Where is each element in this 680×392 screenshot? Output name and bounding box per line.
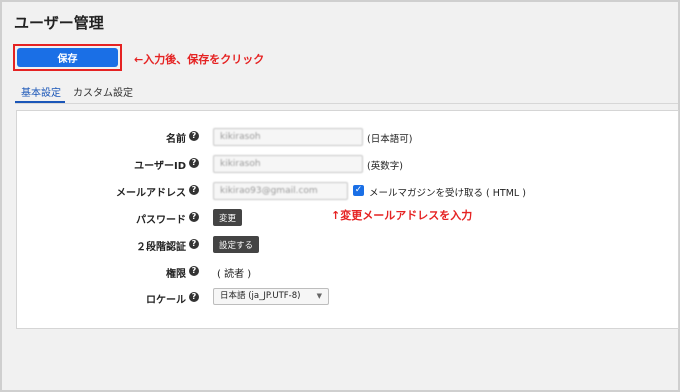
user-id-label: ユーザーID bbox=[134, 161, 186, 172]
setup-two-factor-button[interactable]: 設定する bbox=[213, 236, 260, 253]
locale-select-value: 日本語 (ja_JP.UTF-8) bbox=[220, 291, 301, 301]
check-icon: ✓ bbox=[354, 185, 363, 195]
help-icon[interactable]: ? bbox=[189, 292, 199, 302]
locale-select[interactable]: 日本語 (ja_JP.UTF-8) ▼ bbox=[213, 288, 329, 305]
newsletter-label: メールマガジンを受け取る ( HTML ) bbox=[369, 188, 526, 199]
change-password-button[interactable]: 変更 bbox=[213, 209, 243, 226]
two-factor-label: ２段階認証 bbox=[136, 242, 186, 253]
help-icon[interactable]: ? bbox=[189, 185, 199, 195]
settings-panel: 名前 ? kikirasoh (日本語可) ユーザーID ? kikirasoh… bbox=[16, 110, 679, 329]
help-icon[interactable]: ? bbox=[189, 131, 199, 141]
help-icon[interactable]: ? bbox=[189, 158, 199, 168]
email-input[interactable]: kikirao93@gmail.com bbox=[213, 182, 348, 200]
user-id-input[interactable]: kikirasoh bbox=[213, 155, 363, 173]
name-label: 名前 bbox=[166, 134, 186, 145]
help-icon[interactable]: ? bbox=[189, 239, 199, 249]
locale-label: ロケール bbox=[146, 295, 186, 306]
tab-custom-settings[interactable]: カスタム設定 bbox=[73, 84, 133, 99]
chevron-down-icon: ▼ bbox=[316, 292, 322, 300]
help-icon[interactable]: ? bbox=[189, 212, 199, 222]
tab-divider bbox=[15, 103, 678, 104]
save-annotation: ←入力後、保存をクリック bbox=[134, 53, 265, 66]
name-input[interactable]: kikirasoh bbox=[213, 128, 363, 146]
page-title: ユーザー管理 bbox=[14, 14, 104, 32]
email-annotation: ↑変更メールアドレスを入力 bbox=[331, 209, 473, 222]
password-label: パスワード bbox=[136, 215, 186, 226]
name-hint: (日本語可) bbox=[367, 134, 413, 145]
role-value: ( 読者 ) bbox=[217, 269, 252, 280]
save-button[interactable]: 保存 bbox=[17, 48, 118, 67]
email-label: メールアドレス bbox=[116, 188, 186, 199]
tab-basic-settings[interactable]: 基本設定 bbox=[21, 84, 61, 99]
window-frame: ユーザー管理 保存 ←入力後、保存をクリック 基本設定 カスタム設定 名前 ? … bbox=[0, 0, 680, 392]
help-icon[interactable]: ? bbox=[189, 266, 199, 276]
user-id-hint: (英数字) bbox=[367, 161, 403, 172]
newsletter-checkbox[interactable]: ✓ bbox=[353, 185, 364, 196]
role-label: 権限 bbox=[166, 269, 186, 280]
